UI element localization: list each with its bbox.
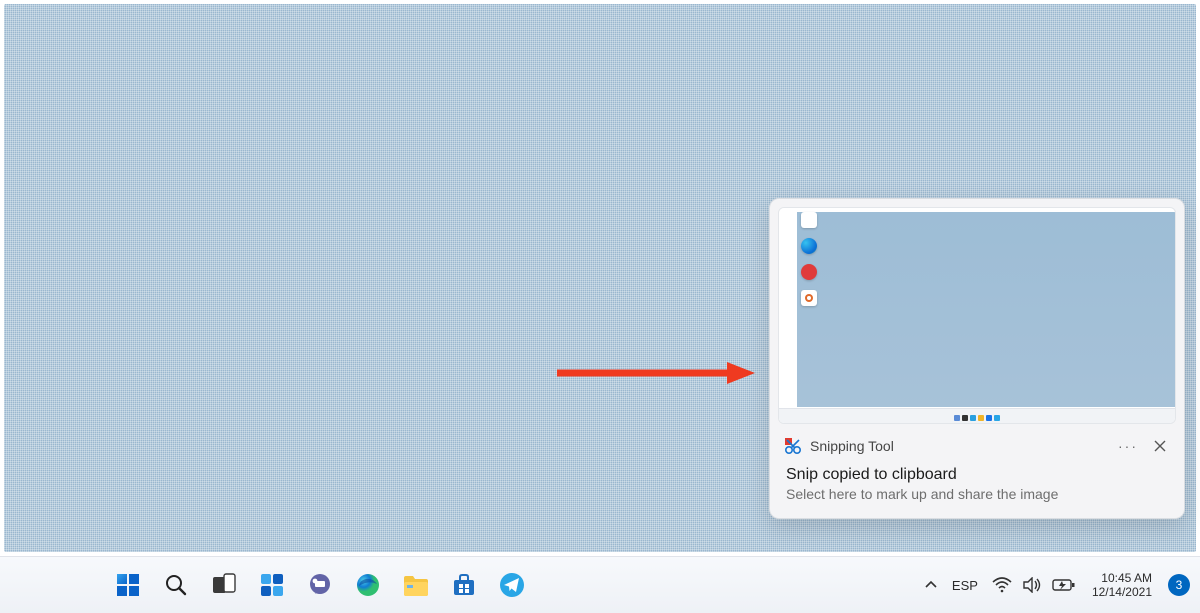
widgets-button[interactable] (252, 565, 292, 605)
language-indicator[interactable]: ESP (948, 565, 982, 605)
notification-more-button[interactable]: ··· (1116, 434, 1140, 458)
battery-icon[interactable] (1052, 565, 1076, 605)
edge-button[interactable] (348, 565, 388, 605)
clock-date: 12/14/2021 (1092, 585, 1152, 599)
notification-close-button[interactable] (1148, 434, 1172, 458)
chat-button[interactable] (300, 565, 340, 605)
volume-icon[interactable] (1022, 565, 1042, 605)
wifi-icon[interactable] (992, 565, 1012, 605)
search-button[interactable] (156, 565, 196, 605)
snipping-tool-icon (784, 437, 802, 455)
clock-time: 10:45 AM (1101, 571, 1152, 585)
file-explorer-button[interactable] (396, 565, 436, 605)
thumb-app-icon (801, 264, 817, 280)
notification-app-name: Snipping Tool (810, 438, 1108, 454)
notification-subtitle: Select here to mark up and share the ima… (786, 486, 1168, 502)
notification-title: Snip copied to clipboard (786, 466, 1168, 484)
thumb-edge-icon (801, 238, 817, 254)
clock[interactable]: 10:45 AM 12/14/2021 (1086, 571, 1158, 599)
taskbar: ESP (0, 556, 1200, 613)
tray-overflow-button[interactable] (924, 565, 938, 605)
store-button[interactable] (444, 565, 484, 605)
notification-toast[interactable]: Snipping Tool ··· Snip copied to clipboa… (769, 198, 1185, 519)
notification-center-badge[interactable]: 3 (1168, 574, 1190, 596)
task-view-button[interactable] (204, 565, 244, 605)
start-button[interactable] (108, 565, 148, 605)
thumb-app-icon (801, 290, 817, 306)
thumb-desktop-icon (801, 212, 817, 228)
telegram-button[interactable] (492, 565, 532, 605)
notification-thumbnail[interactable] (778, 207, 1176, 424)
